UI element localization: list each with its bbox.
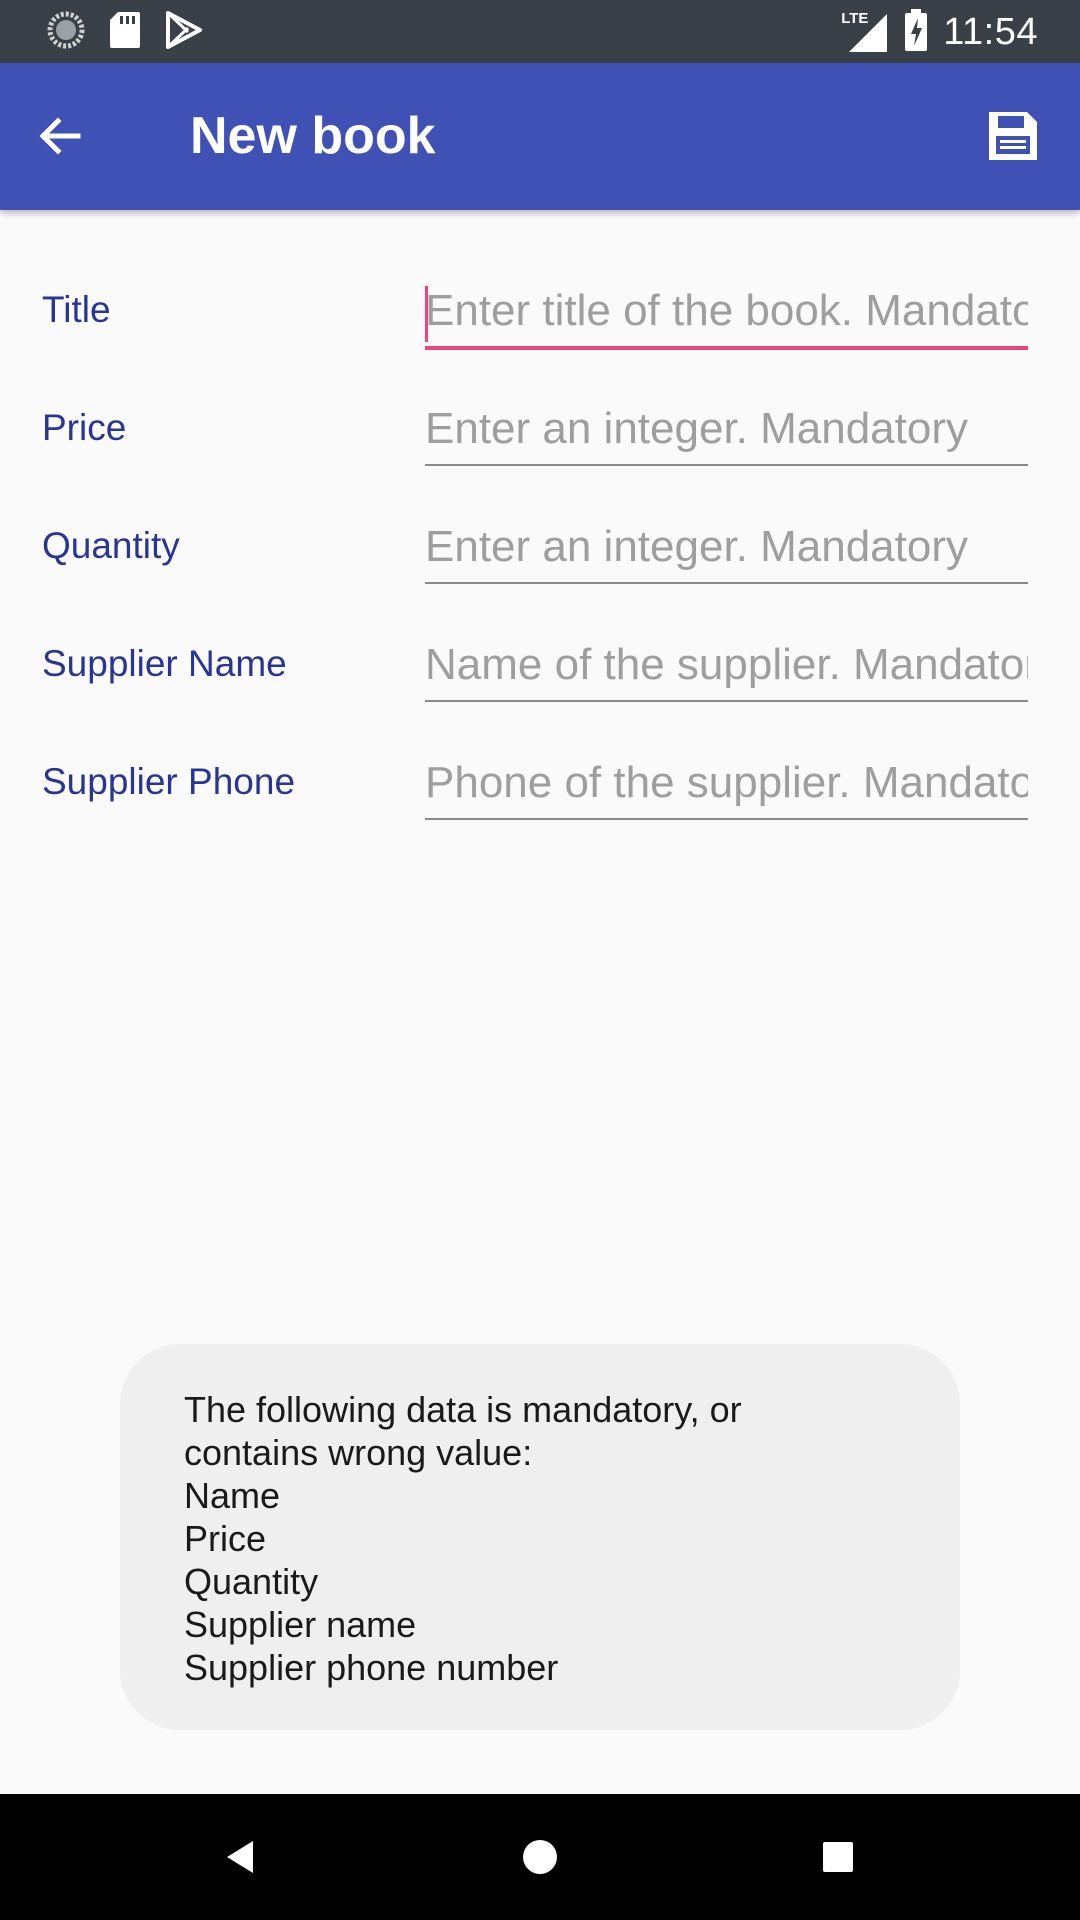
home-circle-icon bbox=[523, 1840, 557, 1874]
sd-card-icon bbox=[108, 10, 142, 55]
form-row-quantity: Quantity bbox=[0, 446, 1080, 584]
toast-line: Name bbox=[184, 1475, 281, 1516]
toast-line: Supplier name bbox=[184, 1604, 417, 1645]
save-icon bbox=[989, 112, 1037, 160]
play-store-icon bbox=[164, 10, 204, 55]
network-type-label: LTE bbox=[841, 10, 869, 27]
supplier-phone-input[interactable] bbox=[425, 748, 1028, 818]
price-label: Price bbox=[42, 407, 127, 448]
navigation-bar bbox=[0, 1794, 1080, 1920]
toast-line: contains wrong value: bbox=[184, 1432, 533, 1473]
nav-recents-button[interactable] bbox=[807, 1826, 869, 1888]
recents-square-icon bbox=[823, 1842, 853, 1872]
status-bar: LTE 11:54 bbox=[0, 0, 1080, 63]
arrow-back-icon bbox=[39, 117, 81, 155]
quantity-label: Quantity bbox=[42, 525, 180, 566]
battery-charging-icon bbox=[903, 8, 929, 57]
back-triangle-icon bbox=[227, 1841, 253, 1873]
validation-toast: The following data is mandatory, or cont… bbox=[120, 1344, 960, 1730]
title-label: Title bbox=[42, 289, 111, 330]
nav-back-button[interactable] bbox=[210, 1826, 272, 1888]
save-button[interactable] bbox=[982, 105, 1044, 167]
supplier-name-label: Supplier Name bbox=[42, 643, 287, 684]
screen: LTE 11:54 New book Title Enter title of … bbox=[0, 0, 1080, 1920]
form-row-price: Price bbox=[0, 328, 1080, 466]
form-row-supplier-phone: Supplier Phone bbox=[0, 682, 1080, 820]
supplier-phone-label: Supplier Phone bbox=[42, 761, 296, 802]
toast-line: Supplier phone number bbox=[184, 1647, 559, 1688]
status-left-icons bbox=[46, 10, 204, 54]
clock: 11:54 bbox=[943, 10, 1038, 53]
back-button[interactable] bbox=[30, 106, 90, 166]
toast-line: Quantity bbox=[184, 1561, 319, 1602]
supplier-phone-field[interactable] bbox=[425, 748, 1028, 820]
sync-icon bbox=[46, 10, 86, 55]
nav-home-button[interactable] bbox=[509, 1826, 571, 1888]
form-row-title: Title bbox=[0, 210, 1080, 350]
page-title: New book bbox=[190, 107, 436, 165]
toast-line: Price bbox=[184, 1518, 267, 1559]
app-bar: New book bbox=[0, 63, 1080, 210]
form-row-supplier-name: Supplier Name bbox=[0, 564, 1080, 702]
signal-icon: LTE bbox=[841, 10, 889, 54]
status-right-icons: LTE 11:54 bbox=[841, 8, 1038, 56]
toast-line: The following data is mandatory, or bbox=[184, 1389, 742, 1430]
